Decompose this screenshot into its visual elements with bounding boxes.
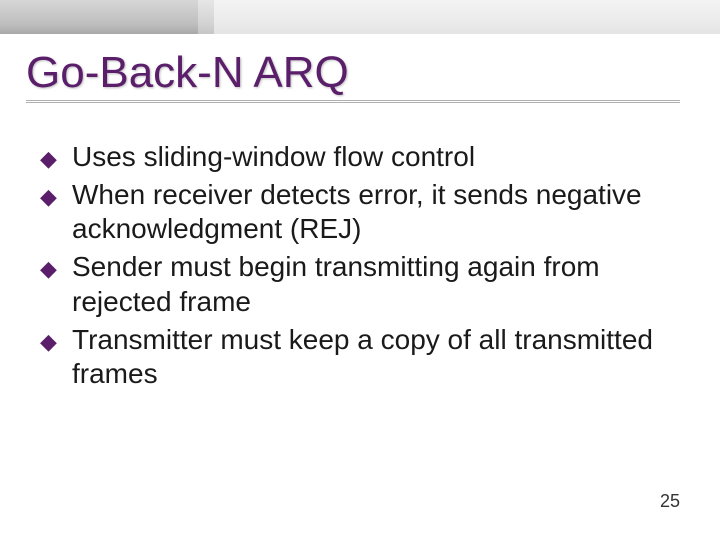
diamond-bullet-icon: ◆ <box>40 183 57 211</box>
topbar-segment-light <box>214 0 720 34</box>
bullet-text: Transmitter must keep a copy of all tran… <box>72 324 653 389</box>
list-item: ◆ Uses sliding-window flow control <box>40 140 670 174</box>
slide-title: Go-Back-N ARQ <box>26 48 680 103</box>
decorative-top-bar <box>0 0 720 34</box>
page-number: 25 <box>660 491 680 512</box>
list-item: ◆ Sender must begin transmitting again f… <box>40 250 670 318</box>
slide: Go-Back-N ARQ ◆ Uses sliding-window flow… <box>0 0 720 540</box>
diamond-bullet-icon: ◆ <box>40 328 57 356</box>
bullet-text: When receiver detects error, it sends ne… <box>72 179 642 244</box>
bullet-text: Uses sliding-window flow control <box>72 141 475 172</box>
bullet-list: ◆ Uses sliding-window flow control ◆ Whe… <box>40 140 670 391</box>
list-item: ◆ Transmitter must keep a copy of all tr… <box>40 323 670 391</box>
topbar-segment-mid <box>198 0 214 34</box>
slide-body: ◆ Uses sliding-window flow control ◆ Whe… <box>40 140 670 395</box>
list-item: ◆ When receiver detects error, it sends … <box>40 178 670 246</box>
diamond-bullet-icon: ◆ <box>40 145 57 173</box>
bullet-text: Sender must begin transmitting again fro… <box>72 251 600 316</box>
diamond-bullet-icon: ◆ <box>40 255 57 283</box>
topbar-segment-dark <box>0 0 198 34</box>
